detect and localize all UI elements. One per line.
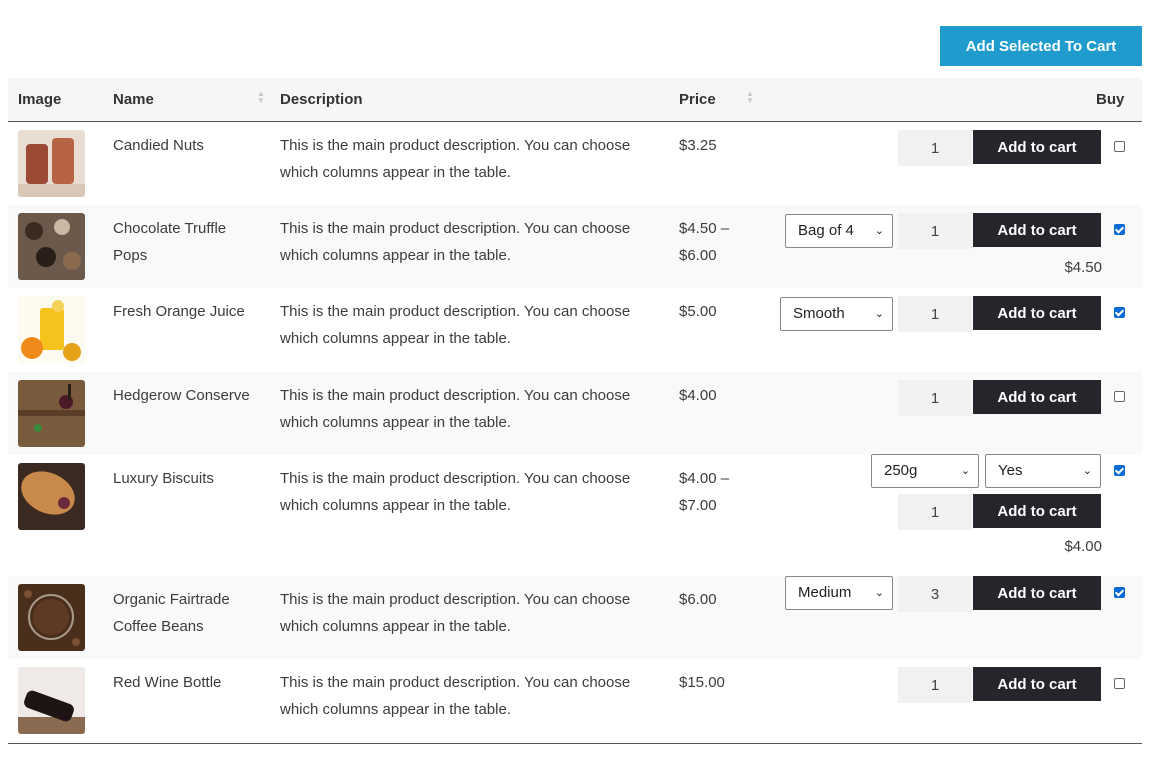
variation-select[interactable]: Smooth ⌄ (780, 297, 893, 331)
product-description: This is the main product description. Yo… (280, 137, 631, 181)
table-row: Luxury Biscuits This is the main product… (8, 454, 1142, 576)
table-row: Candied Nuts This is the main product de… (8, 122, 1142, 205)
quantity-input[interactable] (898, 213, 972, 249)
product-image[interactable] (18, 296, 85, 363)
table-row: Fresh Orange Juice This is the main prod… (8, 288, 1142, 372)
add-to-cart-button[interactable]: Add to cart (973, 296, 1101, 330)
buy-checkbox[interactable] (1114, 678, 1125, 689)
product-description: This is the main product description. Yo… (280, 674, 631, 718)
chevron-down-icon: ⌄ (874, 587, 884, 599)
product-image[interactable] (18, 584, 85, 651)
header-description: Description (280, 91, 363, 108)
add-to-cart-button[interactable]: Add to cart (973, 380, 1101, 414)
add-to-cart-button[interactable]: Add to cart (973, 494, 1101, 528)
add-to-cart-button[interactable]: Add to cart (973, 576, 1101, 610)
table-row: Organic Fairtrade Coffee Beans This is t… (8, 576, 1142, 659)
product-price: $4.00 (679, 387, 717, 404)
add-to-cart-button[interactable]: Add to cart (973, 213, 1101, 247)
sort-icon[interactable]: ▲ ▼ (257, 90, 265, 105)
buy-checkbox[interactable] (1114, 224, 1125, 235)
buy-checkbox[interactable] (1114, 465, 1125, 476)
product-image[interactable] (18, 380, 85, 447)
product-image[interactable] (18, 130, 85, 197)
product-name[interactable]: Red Wine Bottle (113, 669, 263, 696)
sort-icon[interactable]: ▲ ▼ (746, 90, 754, 105)
table-row: Hedgerow Conserve This is the main produ… (8, 372, 1142, 455)
buy-checkbox[interactable] (1114, 391, 1125, 402)
quantity-input[interactable] (898, 380, 972, 416)
header-name[interactable]: Name (113, 91, 154, 108)
product-description: This is the main product description. Yo… (280, 303, 631, 347)
quantity-input[interactable] (898, 667, 972, 703)
header-image: Image (18, 91, 62, 108)
table-row: Red Wine Bottle This is the main product… (8, 659, 1142, 743)
header-buy: Buy (1096, 91, 1125, 108)
header-price[interactable]: Price (679, 91, 716, 108)
option-select[interactable]: Yes ⌄ (985, 454, 1101, 488)
chevron-down-icon: ⌄ (874, 308, 884, 320)
quantity-input[interactable] (898, 130, 972, 166)
product-name[interactable]: Chocolate Truffle Pops (113, 215, 263, 269)
product-name[interactable]: Fresh Orange Juice (113, 298, 263, 325)
product-image[interactable] (18, 463, 85, 530)
quantity-input[interactable] (898, 494, 972, 530)
table-row: Chocolate Truffle Pops This is the main … (8, 205, 1142, 288)
add-to-cart-button[interactable]: Add to cart (973, 130, 1101, 164)
chevron-down-icon: ⌄ (874, 225, 884, 237)
buy-checkbox[interactable] (1114, 587, 1125, 598)
variation-select[interactable]: Bag of 4 ⌄ (785, 214, 893, 248)
product-table-page: Add Selected To Cart Image Name ▲ ▼ Descr… (0, 0, 1160, 768)
product-name[interactable]: Organic Fairtrade Coffee Beans (113, 586, 263, 640)
product-price: $3.25 (679, 137, 717, 154)
variation-price: $4.50 (1064, 259, 1102, 276)
add-selected-to-cart-button[interactable]: Add Selected To Cart (940, 26, 1142, 66)
product-price: $5.00 (679, 303, 717, 320)
product-name[interactable]: Hedgerow Conserve (113, 382, 263, 409)
product-image[interactable] (18, 213, 85, 280)
product-price: $6.00 (679, 591, 717, 608)
product-price: $4.00 – $7.00 (679, 470, 730, 514)
product-description: This is the main product description. Yo… (280, 220, 631, 264)
add-to-cart-button[interactable]: Add to cart (973, 667, 1101, 701)
table-bottom-border (8, 743, 1142, 744)
buy-checkbox[interactable] (1114, 307, 1125, 318)
table-header: Image Name ▲ ▼ Description Price ▲ ▼ Buy (8, 78, 1142, 122)
size-select[interactable]: 250g ⌄ (871, 454, 979, 488)
variation-select[interactable]: Medium ⌄ (785, 576, 893, 610)
quantity-input[interactable] (898, 296, 972, 332)
product-price: $15.00 (679, 674, 725, 691)
product-name[interactable]: Candied Nuts (113, 132, 263, 159)
variation-price: $4.00 (1064, 538, 1102, 555)
product-table: Image Name ▲ ▼ Description Price ▲ ▼ Buy C… (8, 78, 1142, 743)
product-description: This is the main product description. Yo… (280, 387, 631, 431)
product-description: This is the main product description. Yo… (280, 591, 631, 635)
product-name[interactable]: Luxury Biscuits (113, 465, 263, 492)
product-description: This is the main product description. Yo… (280, 470, 631, 514)
chevron-down-icon: ⌄ (1082, 465, 1092, 477)
quantity-input[interactable] (898, 576, 972, 612)
chevron-down-icon: ⌄ (960, 465, 970, 477)
buy-checkbox[interactable] (1114, 141, 1125, 152)
product-image[interactable] (18, 667, 85, 734)
product-price: $4.50 – $6.00 (679, 220, 730, 264)
